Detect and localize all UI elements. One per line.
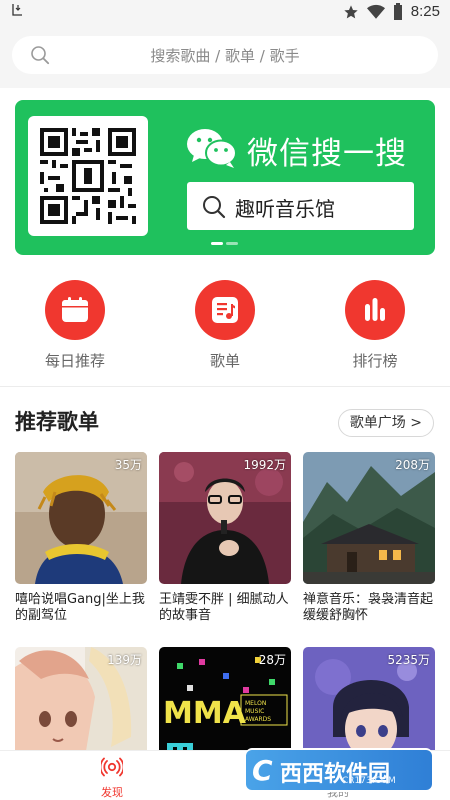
svg-text:MUSIC: MUSIC — [245, 708, 264, 715]
svg-text:MELON: MELON — [245, 700, 266, 707]
play-count: 28万 — [258, 653, 286, 667]
carousel-dot — [226, 242, 238, 245]
status-time: 8:25 — [410, 3, 440, 20]
playlist-square-button[interactable]: 歌单广场 > — [337, 409, 434, 437]
watermark-badge: C 西西软件园 CR173.COM — [246, 750, 432, 790]
search-bar[interactable]: 搜索歌曲 / 歌单 / 歌手 — [12, 36, 438, 74]
entry-label: 歌单 — [209, 352, 240, 370]
playlist-title: 嘻哈说唱Gang|坐上我的副驾位 — [15, 592, 145, 623]
ranking-icon — [345, 280, 405, 340]
battery-icon — [393, 3, 402, 20]
promo-banner[interactable]: 微信搜一搜 趣听音乐馆 — [15, 100, 435, 255]
play-count: 1992万 — [243, 458, 286, 472]
banner-search-text: 趣听音乐馆 — [235, 197, 335, 221]
status-bar: 8:25 — [0, 0, 450, 24]
section-divider — [0, 386, 450, 387]
playlist-card[interactable]: 208万 禅意音乐：袅袅清音起 缓缓舒胸怀 — [303, 452, 435, 626]
qr-code — [28, 116, 148, 236]
play-count: 139万 — [107, 653, 142, 667]
watermark-logo: C 西西软件园 CR173.COM — [246, 748, 432, 792]
carousel-indicator — [211, 242, 238, 245]
wifi-icon — [366, 4, 385, 19]
playlist-cover: 208万 — [303, 452, 435, 584]
entry-daily-recommend[interactable]: 每日推荐 — [30, 280, 120, 371]
search-icon — [203, 196, 226, 219]
entry-label: 排行榜 — [352, 352, 398, 370]
wechat-icon — [187, 129, 237, 168]
playlist-title: 王靖雯不胖 | 细腻动人的故事音 — [159, 592, 289, 623]
entry-label: 每日推荐 — [44, 352, 105, 370]
nav-label: 发现 — [101, 786, 123, 799]
watermark-c-mark: C — [252, 754, 273, 787]
playlist-card[interactable]: 35万 嘻哈说唱Gang|坐上我的副驾位 — [15, 452, 147, 626]
playlist-title: 禅意音乐：袅袅清音起 缓缓舒胸怀 — [303, 592, 434, 623]
entry-playlist[interactable]: 歌单 — [180, 280, 270, 371]
playlist-card[interactable]: 1992万 王靖雯不胖 | 细腻动人的故事音 — [159, 452, 291, 626]
play-count: 208万 — [395, 458, 430, 472]
star-icon — [344, 4, 358, 18]
entry-ranking[interactable]: 排行榜 — [330, 280, 420, 371]
calendar-icon — [45, 280, 105, 340]
watermark-domain: CR173.COM — [342, 776, 396, 786]
play-count: 5235万 — [387, 653, 430, 667]
nav-discover[interactable]: 发现 — [82, 757, 142, 800]
svg-text:AWARDS: AWARDS — [245, 716, 271, 723]
play-count: 35万 — [114, 458, 142, 472]
svg-text:MMA: MMA — [163, 696, 247, 731]
search-placeholder: 搜索歌曲 / 歌单 / 歌手 — [150, 47, 300, 65]
banner-title: 微信搜一搜 — [247, 136, 407, 172]
radio-wave-icon — [99, 757, 125, 777]
playlist-cover: 1992万 — [159, 452, 291, 584]
playlist-icon — [195, 280, 255, 340]
download-icon — [11, 3, 23, 22]
banner-search-box[interactable]: 趣听音乐馆 — [187, 182, 414, 230]
section-title: 推荐歌单 — [15, 410, 99, 434]
carousel-dot — [211, 242, 223, 245]
playlist-cover: 35万 — [15, 452, 147, 584]
